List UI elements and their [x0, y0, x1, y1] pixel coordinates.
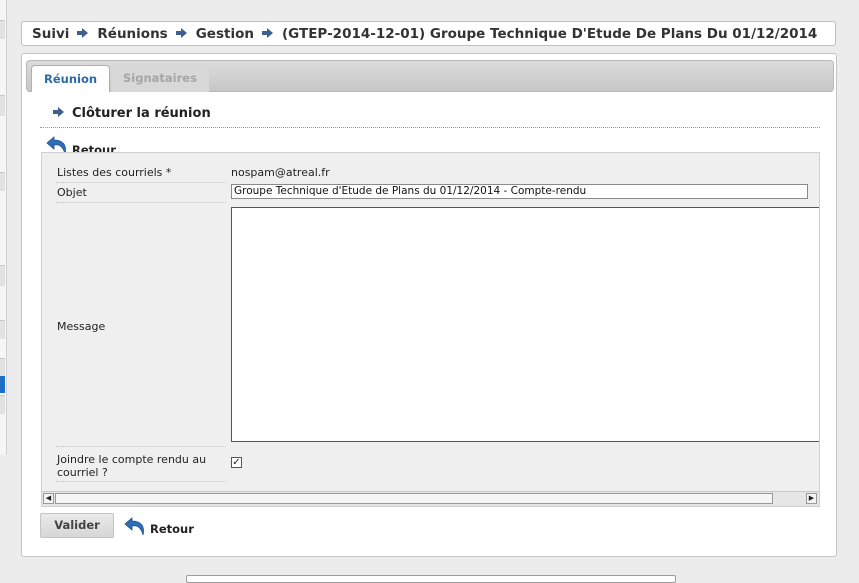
mail-list-label: Listes des courriels *: [57, 166, 172, 179]
breadcrumb: Suivi Réunions Gestion (GTEP-2014-12-01)…: [21, 21, 836, 46]
sidebar-stub: [0, 20, 5, 39]
tab-reunion[interactable]: Réunion: [31, 65, 111, 92]
row-separator: [56, 182, 226, 183]
undo-arrow-icon: [124, 515, 148, 540]
row-separator: [56, 202, 226, 203]
arrow-right-icon: [261, 26, 273, 42]
submit-button[interactable]: Valider: [40, 513, 114, 538]
section-divider: [40, 127, 820, 128]
tab-signataires[interactable]: Signataires: [111, 65, 209, 92]
attach-report-label: Joindre le compte rendu au courriel ?: [57, 453, 207, 479]
horizontal-scrollbar[interactable]: ◀ ▶: [42, 491, 819, 506]
mail-list-value: nospam@atreal.fr: [231, 166, 330, 179]
row-separator: [56, 446, 226, 447]
tab-bar: Réunion Signataires: [26, 60, 834, 92]
sidebar-stub: [0, 95, 5, 116]
mail-form: Listes des courriels * nospam@atreal.fr …: [41, 152, 820, 507]
breadcrumb-item-suivi[interactable]: Suivi: [32, 26, 69, 42]
sidebar-selected-indicator[interactable]: [0, 376, 5, 393]
arrow-right-icon: [175, 26, 187, 42]
message-textarea[interactable]: [231, 207, 819, 442]
breadcrumb-item-current: (GTEP-2014-12-01) Groupe Technique D'Etu…: [281, 25, 818, 42]
back-link-bottom[interactable]: Retour: [124, 515, 194, 540]
breadcrumb-item-gestion[interactable]: Gestion: [196, 26, 254, 42]
subject-input[interactable]: Groupe Technique d'Etude de Plans du 01/…: [231, 184, 808, 199]
subject-label: Objet: [57, 186, 87, 199]
scroll-left-icon[interactable]: ◀: [43, 493, 54, 504]
message-label: Message: [57, 320, 106, 333]
back-label: Retour: [150, 521, 194, 536]
attach-report-checkbox[interactable]: ✓: [231, 457, 242, 468]
arrow-right-icon: [77, 26, 89, 42]
scroll-right-icon[interactable]: ▶: [806, 493, 817, 504]
row-separator: [56, 481, 226, 482]
arrow-right-icon: [53, 106, 64, 121]
section-title: Clôturer la réunion: [53, 106, 211, 121]
section-title-text: Clôturer la réunion: [72, 106, 211, 121]
sidebar-stub: [0, 358, 5, 377]
left-sidebar-edge: [0, 0, 7, 455]
sidebar-stub: [0, 395, 5, 414]
main-panel: Réunion Signataires Clôturer la réunion …: [21, 53, 837, 557]
sidebar-stub: [0, 320, 5, 339]
scrollbar-thumb[interactable]: [55, 493, 773, 504]
breadcrumb-item-reunions[interactable]: Réunions: [97, 26, 167, 42]
footer-box: [186, 575, 676, 583]
sidebar-stub: [0, 172, 5, 191]
sidebar-stub: [0, 265, 5, 286]
